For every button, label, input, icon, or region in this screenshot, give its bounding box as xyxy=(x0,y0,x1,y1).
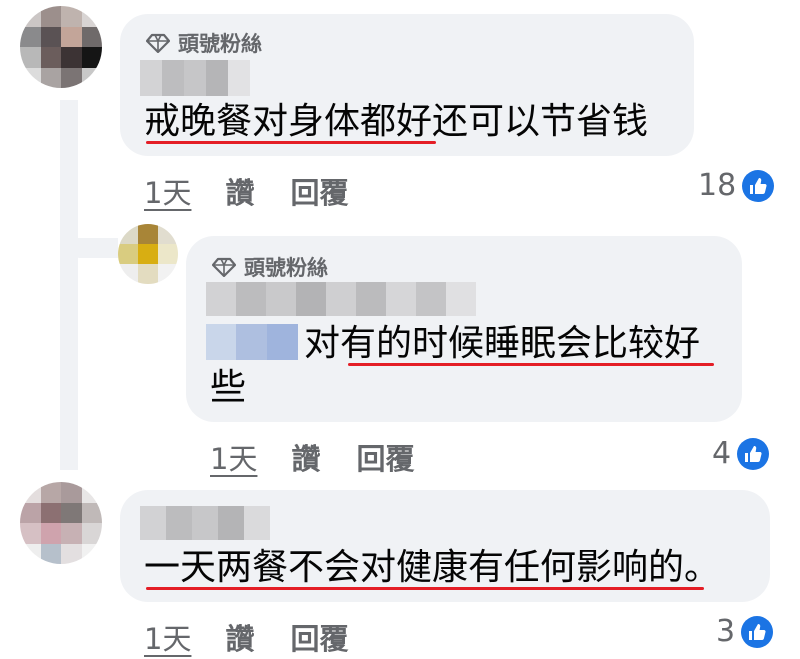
comment-text-line-1: 对有的时候睡眠会比较好 xyxy=(304,323,701,364)
highlight-underline xyxy=(146,587,704,590)
reaction-summary[interactable]: 4 xyxy=(712,436,770,471)
thumbs-up-icon xyxy=(737,437,770,470)
timestamp-link[interactable]: 1天 xyxy=(144,616,191,658)
top-fan-badge: 頭號粉絲 xyxy=(146,28,262,58)
comment-actions: 1天 讚 回覆 xyxy=(144,616,348,658)
thumbs-up-icon xyxy=(742,169,775,202)
thread-line xyxy=(60,100,78,470)
comment-actions: 1天 讚 回覆 xyxy=(144,170,348,212)
reaction-summary[interactable]: 3 xyxy=(716,614,774,649)
thumbs-up-icon xyxy=(741,615,774,648)
reaction-summary[interactable]: 18 xyxy=(698,168,775,203)
reply-button[interactable]: 回覆 xyxy=(356,436,414,478)
diamond-icon xyxy=(212,257,236,277)
top-fan-badge: 頭號粉絲 xyxy=(212,252,328,282)
reaction-count: 3 xyxy=(716,614,736,649)
comment-text: 戒晚餐对身体都好还可以节省钱 xyxy=(144,101,649,142)
reaction-count: 4 xyxy=(712,436,732,471)
comment-text: 一天两餐不会对健康有任何影响的。 xyxy=(144,547,721,588)
comment-actions: 1天 讚 回覆 xyxy=(210,436,414,478)
diamond-icon xyxy=(146,33,170,53)
avatar[interactable] xyxy=(20,6,102,88)
thread-branch xyxy=(60,238,118,258)
like-button[interactable]: 讚 xyxy=(225,616,254,658)
highlight-underline xyxy=(146,141,436,144)
badge-label: 頭號粉絲 xyxy=(178,32,262,56)
highlight-underline xyxy=(348,363,714,366)
commenter-name[interactable] xyxy=(140,506,270,540)
badge-label: 頭號粉絲 xyxy=(244,256,328,280)
like-button[interactable]: 讚 xyxy=(225,170,254,212)
reaction-count: 18 xyxy=(698,168,737,203)
timestamp-link[interactable]: 1天 xyxy=(144,170,191,212)
mention-tag[interactable] xyxy=(206,324,298,360)
commenter-name[interactable] xyxy=(140,60,250,96)
commenter-name[interactable] xyxy=(206,282,476,316)
reply-button[interactable]: 回覆 xyxy=(290,616,348,658)
comment-text-line-2: 些 xyxy=(210,367,247,408)
avatar[interactable] xyxy=(118,224,178,284)
reply-button[interactable]: 回覆 xyxy=(290,170,348,212)
timestamp-link[interactable]: 1天 xyxy=(210,436,257,478)
avatar[interactable] xyxy=(20,482,102,564)
like-button[interactable]: 讚 xyxy=(291,436,320,478)
